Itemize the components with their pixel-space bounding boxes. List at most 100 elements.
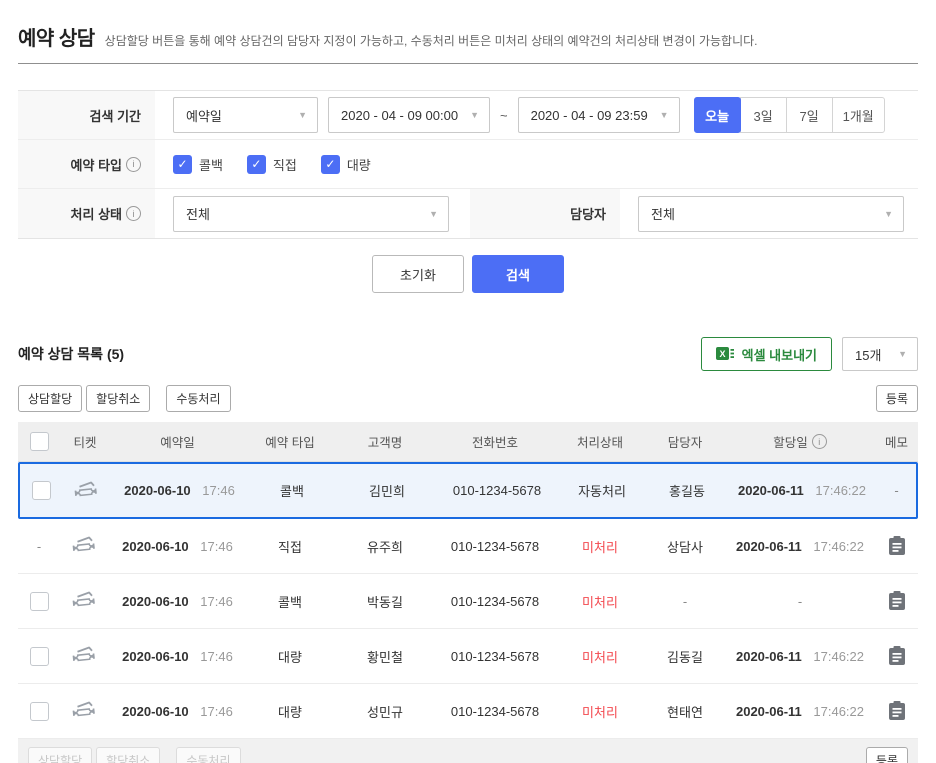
memo-icon[interactable] xyxy=(875,535,918,557)
search-button[interactable]: 검색 xyxy=(472,255,564,293)
col-ticket: 티켓 xyxy=(60,432,110,451)
date-text: 2020-06-10 xyxy=(122,594,189,609)
quick-range-1month[interactable]: 1개월 xyxy=(832,97,885,133)
table-row[interactable]: - 2020-06-10 17:46 직접 유주희 010-1234-5678 … xyxy=(18,519,918,574)
manual-process-button[interactable]: 수동처리 xyxy=(166,385,230,412)
checkbox-bulk[interactable]: ✓ 대량 xyxy=(321,155,371,174)
ticket-icon[interactable] xyxy=(60,645,110,667)
reservation-date: 2020-06-10 17:46 xyxy=(110,539,245,554)
filter-row-period: 검색 기간 예약일 ▼ 2020 - 04 - 09 00:00 ▼ ~ 202… xyxy=(18,91,918,140)
date-field-select-value: 예약일 xyxy=(186,106,222,125)
table-toolbar-top: 상담할당 할당취소 수동처리 등록 xyxy=(18,385,918,412)
assign-button[interactable]: 상담할당 xyxy=(18,385,82,412)
customer-name: 성민규 xyxy=(335,702,435,721)
time-text: 17:46:22 xyxy=(813,539,864,554)
info-icon[interactable]: i xyxy=(126,206,141,221)
phone-number: 010-1234-5678 xyxy=(437,483,557,498)
status-badge: 자동처리 xyxy=(557,481,647,500)
per-page-select[interactable]: 15개 ▼ xyxy=(842,337,918,371)
process-status-content: 전체 ▼ xyxy=(155,189,470,238)
row-select-cell: - xyxy=(18,539,60,554)
date-text: 2020-06-11 xyxy=(736,649,802,664)
date-text: 2020-06-10 xyxy=(122,704,189,719)
reservation-type-content: ✓ 콜백 ✓ 직접 ✓ 대량 xyxy=(155,140,918,188)
quick-range-today[interactable]: 오늘 xyxy=(694,97,741,133)
date-to-input[interactable]: 2020 - 04 - 09 23:59 ▼ xyxy=(518,97,680,133)
reservation-type: 콜백 xyxy=(245,592,335,611)
page-header: 예약 상담 상담할당 버튼을 통해 예약 상담건의 담당자 지정이 가능하고, … xyxy=(18,14,918,64)
unassign-button-bottom[interactable]: 할당취소 xyxy=(96,747,160,763)
table-row[interactable]: 2020-06-10 17:46 대량 성민규 010-1234-5678 미처… xyxy=(18,684,918,739)
checkbox-direct[interactable]: ✓ 직접 xyxy=(247,155,297,174)
checkbox-bulk-label: 대량 xyxy=(347,155,371,174)
reset-button[interactable]: 초기화 xyxy=(372,255,464,293)
date-range-separator: ~ xyxy=(500,108,508,123)
date-to-value: 2020 - 04 - 09 23:59 xyxy=(531,108,648,123)
unassign-button[interactable]: 할당취소 xyxy=(86,385,150,412)
ticket-icon[interactable] xyxy=(60,590,110,612)
time-text: 17:46 xyxy=(202,483,235,498)
table-row[interactable]: 2020-06-10 17:46 콜백 박동길 010-1234-5678 미처… xyxy=(18,574,918,629)
process-status-label: 처리 상태 i xyxy=(18,189,155,238)
checkbox-checked-icon: ✓ xyxy=(247,155,266,174)
assigned-date: 2020-06-11 17:46:22 xyxy=(725,649,875,664)
excel-export-button[interactable]: X 엑셀 내보내기 xyxy=(701,337,832,371)
process-status-select[interactable]: 전체 ▼ xyxy=(173,196,449,232)
select-all-cell xyxy=(18,432,60,451)
quick-range-7days[interactable]: 7일 xyxy=(786,97,833,133)
period-label: 검색 기간 xyxy=(18,91,155,139)
date-from-value: 2020 - 04 - 09 00:00 xyxy=(341,108,458,123)
date-text: 2020-06-11 xyxy=(736,539,802,554)
period-content: 예약일 ▼ 2020 - 04 - 09 00:00 ▼ ~ 2020 - 04… xyxy=(155,91,918,139)
date-text: 2020-06-11 xyxy=(736,704,802,719)
quick-range-group: 오늘 3일 7일 1개월 xyxy=(694,97,885,133)
time-text: 17:46 xyxy=(200,649,233,664)
assign-button-bottom[interactable]: 상담할당 xyxy=(28,747,92,763)
manager-label: 담당자 xyxy=(470,189,620,238)
status-badge: 미처리 xyxy=(555,702,645,721)
manual-process-button-bottom[interactable]: 수동처리 xyxy=(176,747,240,763)
status-badge: 미처리 xyxy=(555,537,645,556)
date-text: 2020-06-10 xyxy=(124,483,191,498)
table-row[interactable]: 2020-06-10 17:46 콜백 김민희 010-1234-5678 자동… xyxy=(18,462,918,519)
memo-icon[interactable] xyxy=(875,645,918,667)
register-button-bottom[interactable]: 등록 xyxy=(866,747,908,763)
time-text: 17:46:22 xyxy=(815,483,866,498)
checkbox-callback[interactable]: ✓ 콜백 xyxy=(173,155,223,174)
assigned-date: 2020-06-11 17:46:22 xyxy=(725,704,875,719)
chevron-down-icon: ▼ xyxy=(884,209,893,219)
info-icon[interactable]: i xyxy=(812,434,827,449)
phone-number: 010-1234-5678 xyxy=(435,539,555,554)
list-title: 예약 상담 목록 (5) xyxy=(18,344,701,364)
select-all-checkbox[interactable] xyxy=(30,432,49,451)
quick-range-3days[interactable]: 3일 xyxy=(740,97,787,133)
col-status: 처리상태 xyxy=(555,432,645,451)
process-status-label-text: 처리 상태 xyxy=(71,204,122,223)
register-button[interactable]: 등록 xyxy=(876,385,918,412)
info-icon[interactable]: i xyxy=(126,157,141,172)
list-header: 예약 상담 목록 (5) X 엑셀 내보내기 15개 ▼ xyxy=(18,337,918,371)
memo-icon[interactable] xyxy=(875,700,918,722)
customer-name: 박동길 xyxy=(335,592,435,611)
process-status-value: 전체 xyxy=(186,204,210,223)
ticket-icon[interactable] xyxy=(60,700,110,722)
row-checkbox[interactable] xyxy=(30,647,49,666)
checkbox-checked-icon: ✓ xyxy=(321,155,340,174)
manager-select[interactable]: 전체 ▼ xyxy=(638,196,904,232)
memo-icon[interactable] xyxy=(875,590,918,612)
manager-content: 전체 ▼ xyxy=(620,189,918,238)
date-from-input[interactable]: 2020 - 04 - 09 00:00 ▼ xyxy=(328,97,490,133)
row-select-cell xyxy=(20,481,62,500)
date-field-select[interactable]: 예약일 ▼ xyxy=(173,97,318,133)
phone-number: 010-1234-5678 xyxy=(435,649,555,664)
time-text: 17:46 xyxy=(200,594,233,609)
memo-cell: - xyxy=(877,483,916,498)
row-checkbox[interactable] xyxy=(30,702,49,721)
row-checkbox[interactable] xyxy=(32,481,51,500)
row-checkbox[interactable] xyxy=(30,592,49,611)
ticket-icon[interactable] xyxy=(60,535,110,557)
ticket-icon[interactable] xyxy=(62,480,112,502)
col-assigned-label: 할당일 xyxy=(773,432,808,451)
table-row[interactable]: 2020-06-10 17:46 대량 황민철 010-1234-5678 미처… xyxy=(18,629,918,684)
reservation-type: 직접 xyxy=(245,537,335,556)
